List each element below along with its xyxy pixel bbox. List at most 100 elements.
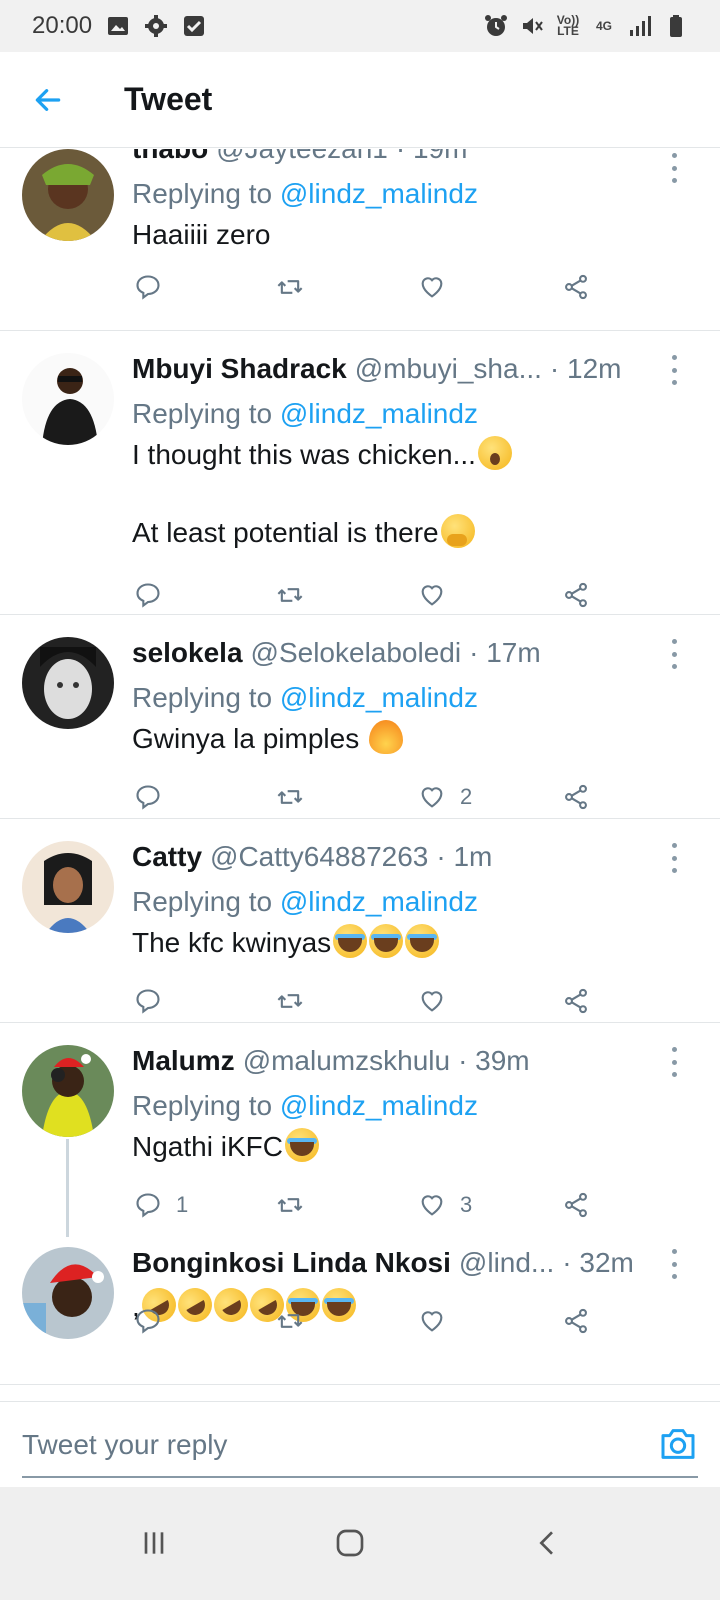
speech-bubble-icon xyxy=(136,785,160,810)
display-name[interactable]: Mbuyi Shadrack xyxy=(132,353,347,385)
avatar[interactable] xyxy=(22,841,114,933)
avatar[interactable] xyxy=(22,1247,114,1339)
tweet-actions xyxy=(132,575,692,615)
display-name[interactable]: selokela xyxy=(132,637,243,669)
reply-button[interactable] xyxy=(134,575,176,615)
mention-link[interactable]: @lindz_malindz xyxy=(280,398,478,429)
back-button[interactable] xyxy=(18,70,78,130)
reply-button[interactable] xyxy=(134,777,176,817)
status-bar: 20:00 Vo)) LTE 4G xyxy=(0,0,720,52)
more-options-button[interactable] xyxy=(666,843,682,873)
tweet[interactable]: Mbuyi Shadrack @mbuyi_sha... · 12m Reply… xyxy=(0,331,720,615)
user-handle[interactable]: @malumzskhulu xyxy=(243,1045,450,1077)
home-button[interactable] xyxy=(320,1513,380,1573)
like-button[interactable] xyxy=(418,981,460,1021)
home-icon xyxy=(336,1529,364,1557)
tweet-header: Mbuyi Shadrack @mbuyi_sha... · 12m xyxy=(132,353,720,393)
user-handle[interactable]: @Selokelaboledi xyxy=(251,637,462,669)
share-icon xyxy=(565,274,587,300)
mention-link[interactable]: @lindz_malindz xyxy=(280,886,478,917)
reply-button[interactable] xyxy=(134,1301,176,1341)
like-button[interactable]: 3 xyxy=(418,1185,472,1225)
tweet-actions xyxy=(132,981,692,1021)
retweet-button[interactable] xyxy=(276,1185,304,1225)
tweet-text: Haaiiii zero xyxy=(132,219,271,250)
face-with-hand-over-mouth-emoji-icon xyxy=(440,514,475,548)
like-button[interactable] xyxy=(418,1301,460,1341)
share-icon xyxy=(565,1192,587,1218)
heart-icon xyxy=(421,1311,443,1332)
arrow-left-icon xyxy=(35,88,61,111)
retweet-button[interactable] xyxy=(276,1301,304,1341)
mention-link[interactable]: @lindz_malindz xyxy=(280,682,478,713)
like-button[interactable]: 2 xyxy=(418,777,472,817)
more-options-button[interactable] xyxy=(666,1249,682,1279)
avatar[interactable] xyxy=(22,637,114,729)
reply-count: 1 xyxy=(176,1192,189,1217)
page-title: Tweet xyxy=(124,81,213,117)
volte-indicator: Vo)) LTE xyxy=(556,13,580,38)
share-icon xyxy=(565,988,587,1014)
replying-to: Replying to @lindz_malindz xyxy=(132,1085,720,1127)
tweet[interactable]: Malumz @malumzskhulu · 39m Replying to @… xyxy=(0,1023,720,1227)
timestamp: · 32m xyxy=(562,1247,634,1278)
battery-icon xyxy=(664,14,688,38)
retweet-icon xyxy=(277,1314,303,1328)
more-options-button[interactable] xyxy=(666,1047,682,1077)
mention-link[interactable]: @lindz_malindz xyxy=(280,1090,478,1121)
share-button[interactable] xyxy=(562,1185,590,1225)
display-name[interactable]: thabo xyxy=(132,149,208,165)
display-name[interactable]: Catty xyxy=(132,841,202,873)
loudly-crying-face-emoji-icon xyxy=(284,1128,319,1162)
share-button[interactable] xyxy=(562,575,590,615)
display-name[interactable]: Malumz xyxy=(132,1045,235,1077)
avatar[interactable] xyxy=(22,1045,114,1137)
display-name[interactable]: Bonginkosi Linda Nkosi xyxy=(132,1247,451,1279)
user-handle[interactable]: @Catty64887263 xyxy=(210,841,428,873)
system-back-button[interactable] xyxy=(518,1513,578,1573)
replying-to: Replying to @lindz_malindz xyxy=(132,677,720,719)
timestamp: · 1m xyxy=(436,841,493,872)
tweet-actions: 2 xyxy=(132,777,692,817)
replying-to: Replying to @lindz_malindz xyxy=(132,881,720,923)
reply-button[interactable]: 1 xyxy=(134,1185,188,1225)
recent-apps-button[interactable] xyxy=(124,1513,184,1573)
more-options-button[interactable] xyxy=(666,355,682,385)
tweet[interactable]: Bonginkosi Linda Nkosi @lind... · 32m , xyxy=(0,1227,720,1385)
retweet-button[interactable] xyxy=(276,575,304,615)
avatar[interactable] xyxy=(22,149,114,241)
share-button[interactable] xyxy=(562,267,590,307)
share-button[interactable] xyxy=(562,981,590,1021)
speech-bubble-icon xyxy=(136,583,160,608)
tweet[interactable]: selokela @Selokelaboledi · 17m Replying … xyxy=(0,615,720,819)
timestamp: · 39m xyxy=(458,1045,530,1076)
user-handle[interactable]: @Jayteezah1 xyxy=(216,149,388,165)
user-handle[interactable]: @mbuyi_sha... xyxy=(355,353,542,385)
tweet-text-line-1: I thought this was chicken... xyxy=(132,439,476,470)
tweet-actions xyxy=(132,1301,692,1341)
more-options-button[interactable] xyxy=(666,639,682,669)
share-button[interactable] xyxy=(562,1301,590,1341)
reply-button[interactable] xyxy=(134,981,176,1021)
tweet-text-line-2: At least potential is there xyxy=(132,517,439,548)
status-time: 20:00 xyxy=(32,12,93,39)
mention-link[interactable]: @lindz_malindz xyxy=(280,178,478,209)
tweet[interactable]: thabo @Jayteezah1 · 19m Replying to @lin… xyxy=(0,149,720,331)
retweet-button[interactable] xyxy=(276,267,304,307)
tweet[interactable]: Catty @Catty64887263 · 1m Replying to @l… xyxy=(0,819,720,1023)
like-count: 3 xyxy=(460,1192,473,1217)
share-button[interactable] xyxy=(562,777,590,817)
like-button[interactable] xyxy=(418,267,460,307)
avatar[interactable] xyxy=(22,353,114,445)
retweet-icon xyxy=(277,790,303,804)
reply-button[interactable] xyxy=(134,267,176,307)
retweet-button[interactable] xyxy=(276,777,304,817)
replying-to-label: Replying to xyxy=(132,886,280,917)
more-options-button[interactable] xyxy=(666,153,682,183)
replies-feed[interactable]: thabo @Jayteezah1 · 19m Replying to @lin… xyxy=(0,149,720,1401)
camera-button[interactable] xyxy=(658,1424,698,1464)
user-handle[interactable]: @lind... xyxy=(459,1247,554,1279)
like-button[interactable] xyxy=(418,575,460,615)
retweet-button[interactable] xyxy=(276,981,304,1021)
tweet-text: I thought this was chicken... xyxy=(132,435,720,475)
